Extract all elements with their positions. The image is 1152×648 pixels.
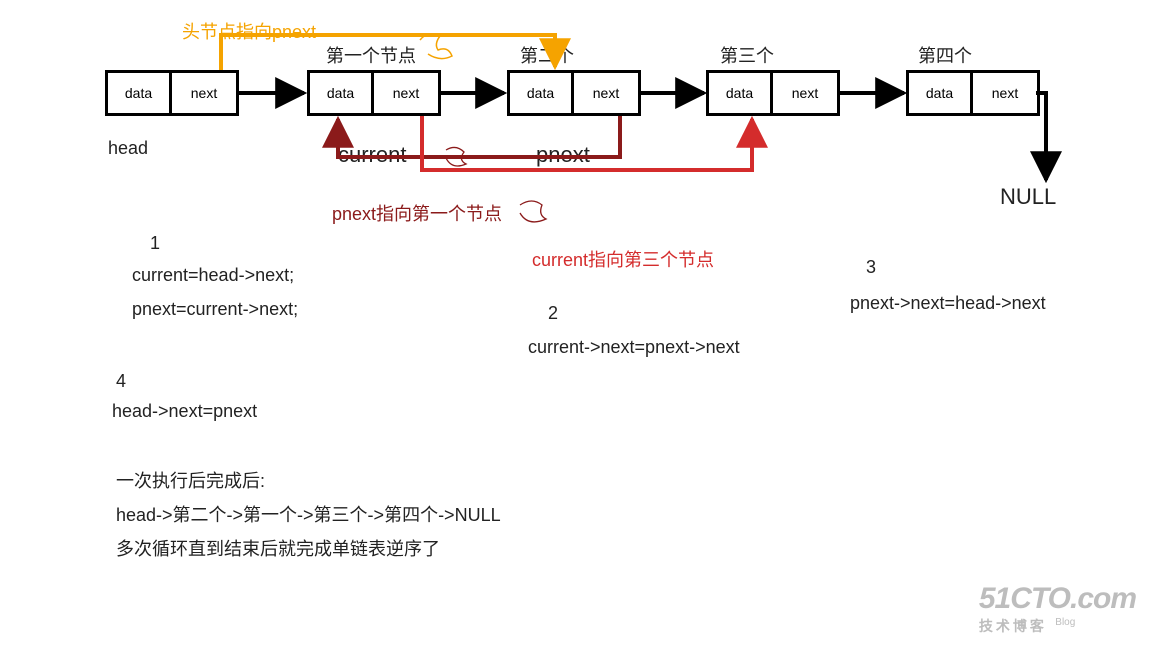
step1b: pnext=current->next; <box>132 294 298 324</box>
label-node4-above: 第四个 <box>918 42 972 68</box>
cell-next: next <box>973 73 1037 113</box>
step1-num: 1 <box>150 228 160 258</box>
cell-next: next <box>773 73 837 113</box>
label-head: head <box>108 138 148 159</box>
anno-current-to-n3: current指向第三个节点 <box>532 246 714 272</box>
label-node3-above: 第三个 <box>720 42 774 68</box>
anno-head-to-pnext: 头节点指向pnext <box>182 18 316 44</box>
doodle-2 <box>446 147 466 166</box>
summary-l1: 一次执行后完成后: <box>116 466 265 496</box>
summary-l3: 多次循环直到结束后就完成单链表逆序了 <box>116 534 440 564</box>
step3-num: 3 <box>866 252 876 282</box>
cell-next: next <box>374 73 438 113</box>
doodle-3 <box>520 201 546 222</box>
watermark: 51CTO.com 技术博客 Blog <box>979 582 1136 636</box>
watermark-sub: 技术博客 <box>979 618 1047 634</box>
cell-data: data <box>310 73 374 113</box>
cell-data: data <box>108 73 172 113</box>
node-4: data next <box>906 70 1040 116</box>
cell-data: data <box>510 73 574 113</box>
label-pnext: pnext <box>536 142 590 168</box>
label-node1-above: 第一个节点 <box>326 42 416 68</box>
label-null: NULL <box>1000 184 1056 210</box>
summary-l2: head->第二个->第一个->第三个->第四个->NULL <box>116 500 501 530</box>
cell-data: data <box>709 73 773 113</box>
step3: pnext->next=head->next <box>850 288 1046 318</box>
cell-next: next <box>172 73 236 113</box>
label-current: current <box>338 142 406 168</box>
watermark-blog: Blog <box>1055 617 1075 628</box>
anno-pnext-to-n1: pnext指向第一个节点 <box>332 200 502 226</box>
step4: head->next=pnext <box>112 396 257 426</box>
cell-data: data <box>909 73 973 113</box>
step2: current->next=pnext->next <box>528 332 740 362</box>
node-1: data next <box>307 70 441 116</box>
step1a: current=head->next; <box>132 260 294 290</box>
node-2: data next <box>507 70 641 116</box>
cell-next: next <box>574 73 638 113</box>
step4-num: 4 <box>116 366 126 396</box>
step2-num: 2 <box>548 298 558 328</box>
label-node2-above: 第二个 <box>520 42 574 68</box>
watermark-brand: 51CTO.com <box>979 582 1136 616</box>
node-3: data next <box>706 70 840 116</box>
node-head: data next <box>105 70 239 116</box>
doodle-1 <box>420 34 452 59</box>
